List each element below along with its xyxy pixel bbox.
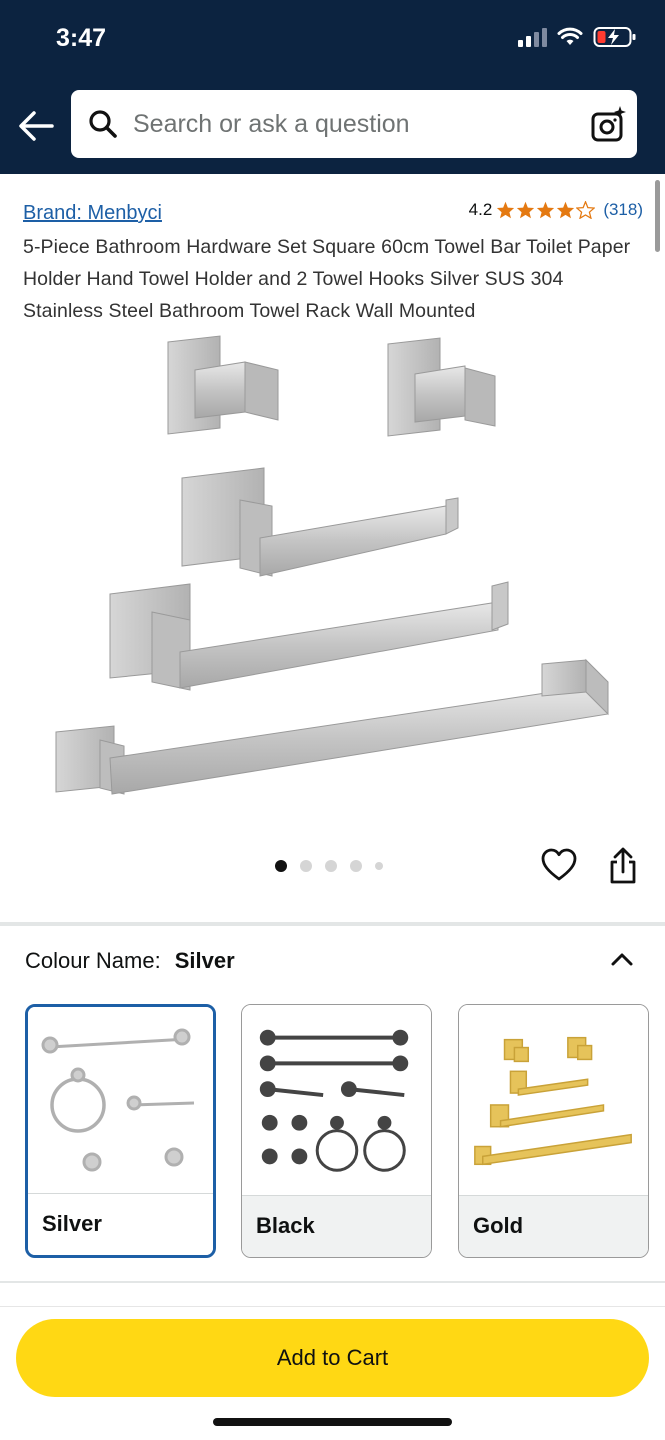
add-to-cart-button[interactable]: Add to Cart xyxy=(16,1319,649,1397)
battery-charging-icon xyxy=(593,27,636,47)
star-rating xyxy=(496,201,596,219)
back-arrow-icon[interactable] xyxy=(14,104,58,148)
swatch-black[interactable]: Black xyxy=(241,1004,432,1258)
section-divider xyxy=(0,922,665,926)
towel-hook xyxy=(167,335,279,435)
star-full-icon xyxy=(497,201,515,219)
page-scrollbar[interactable] xyxy=(655,180,660,252)
star-empty-icon xyxy=(576,201,596,219)
search-input[interactable] xyxy=(133,109,573,139)
carousel-dot[interactable] xyxy=(275,860,287,872)
search-bar[interactable] xyxy=(71,90,637,158)
share-icon[interactable] xyxy=(604,846,642,886)
carousel-dot[interactable] xyxy=(300,860,312,872)
chevron-up-icon[interactable] xyxy=(609,946,635,972)
swatch-gold[interactable]: Gold xyxy=(458,1004,649,1258)
cellular-signal-icon xyxy=(518,27,547,47)
swatch-thumbnail xyxy=(242,1005,431,1195)
carousel-dot[interactable] xyxy=(325,860,337,872)
heart-icon[interactable] xyxy=(540,846,578,884)
image-carousel-indicator[interactable] xyxy=(275,860,383,872)
camera-search-icon[interactable] xyxy=(591,104,627,144)
carousel-dot[interactable] xyxy=(375,862,383,870)
section-divider xyxy=(0,1281,665,1283)
star-full-icon xyxy=(537,201,555,219)
variation-selected-value: Silver xyxy=(174,948,235,973)
variation-label: Colour Name: xyxy=(25,948,161,973)
search-icon xyxy=(89,110,117,138)
rating-count: (318) xyxy=(603,200,643,219)
brand-link[interactable]: Brand: Menbyci xyxy=(23,202,162,225)
swatch-thumbnail xyxy=(28,1007,213,1197)
home-indicator[interactable] xyxy=(213,1418,452,1426)
app-header: 3:47 xyxy=(0,0,665,174)
swatch-label: Gold xyxy=(459,1195,648,1257)
status-icons xyxy=(518,26,637,48)
swatch-thumbnail xyxy=(459,1005,648,1195)
rating-score: 4.2 xyxy=(468,200,493,219)
product-title: 5-Piece Bathroom Hardware Set Square 60c… xyxy=(23,236,631,322)
star-full-icon xyxy=(517,201,535,219)
rating-summary[interactable]: 4.2 (318) xyxy=(469,200,643,220)
variation-header: Colour Name: Silver xyxy=(25,948,235,974)
toilet-paper-holder xyxy=(181,467,459,577)
status-time: 3:47 xyxy=(56,24,107,52)
swatch-silver[interactable]: Silver xyxy=(25,1004,216,1258)
wifi-icon xyxy=(557,27,583,45)
towel-bar xyxy=(55,658,609,795)
towel-hook xyxy=(387,337,496,437)
hand-towel-holder xyxy=(109,581,509,691)
swatch-label: Black xyxy=(242,1195,431,1257)
product-image[interactable] xyxy=(40,330,630,830)
carousel-dot[interactable] xyxy=(350,860,362,872)
swatch-label: Silver xyxy=(28,1193,213,1255)
star-full-icon xyxy=(557,201,575,219)
